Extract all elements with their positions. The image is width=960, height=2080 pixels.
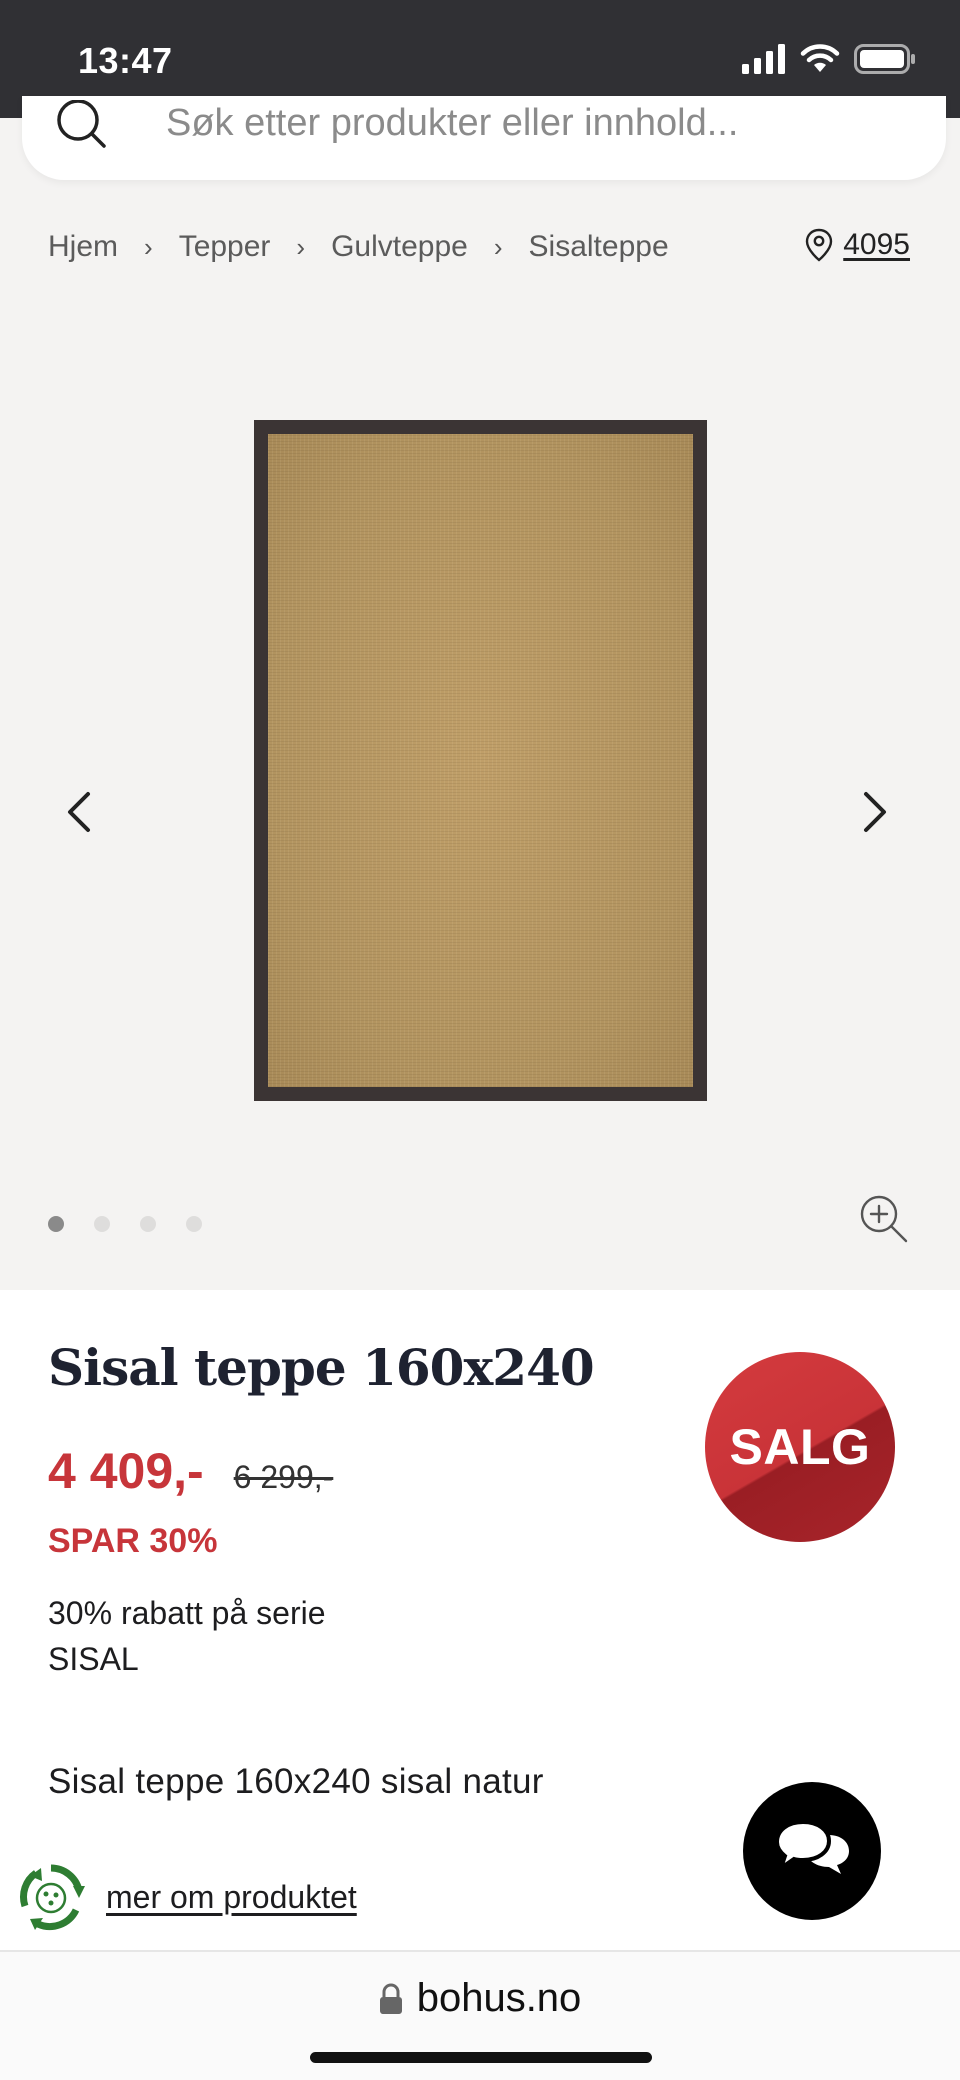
- breadcrumb-item-gulvteppe[interactable]: Gulvteppe: [331, 230, 468, 264]
- breadcrumb: Hjem › Tepper › Gulvteppe › Sisalteppe: [48, 230, 669, 264]
- home-indicator: [310, 2052, 652, 2063]
- product-description: Sisal teppe 160x240 sisal natur: [48, 1762, 544, 1801]
- gallery-dot-1[interactable]: [48, 1216, 64, 1232]
- status-time: 13:47: [78, 40, 173, 81]
- rug-surface: [268, 434, 693, 1087]
- url-text: bohus.no: [416, 1976, 582, 2020]
- search-input[interactable]: Søk etter produkter eller innhold...: [166, 102, 738, 145]
- savings-label: SPAR 30%: [48, 1522, 218, 1560]
- chat-bubbles-icon: [774, 1819, 849, 1874]
- product-image[interactable]: [254, 420, 707, 1101]
- sale-badge-label: SALG: [729, 1419, 871, 1475]
- breadcrumb-item-hjem[interactable]: Hjem: [48, 230, 118, 264]
- breadcrumb-item-tepper[interactable]: Tepper: [179, 230, 271, 264]
- gallery-dot-3[interactable]: [140, 1216, 156, 1232]
- current-price: 4 409,-: [48, 1443, 204, 1499]
- chevron-right-icon: ›: [296, 231, 306, 262]
- lock-icon: [379, 1983, 402, 2014]
- original-price: 6 299,-: [233, 1459, 334, 1495]
- battery-icon: [854, 44, 915, 74]
- product-title: Sisal teppe 160x240: [48, 1338, 595, 1397]
- promo-text: 30% rabatt på serie SISAL: [48, 1595, 326, 1677]
- more-about-product-link[interactable]: mer om produktet: [106, 1879, 357, 1916]
- browser-address-bar[interactable]: bohus.no: [0, 1950, 960, 2080]
- zoom-in-icon[interactable]: [858, 1193, 910, 1245]
- next-image-button[interactable]: [852, 784, 896, 840]
- search-icon[interactable]: [52, 100, 116, 164]
- chevron-right-icon: ›: [144, 231, 153, 262]
- chat-button[interactable]: [743, 1782, 881, 1920]
- breadcrumb-item-sisalteppe[interactable]: Sisalteppe: [529, 230, 669, 264]
- signal-icon: [742, 44, 785, 74]
- gallery-dot-4[interactable]: [186, 1216, 202, 1232]
- location-pin-icon: [806, 228, 833, 262]
- status-icons: [742, 44, 916, 74]
- store-selector[interactable]: 4095: [805, 228, 910, 262]
- chevron-right-icon: ›: [493, 231, 503, 262]
- store-number[interactable]: 4095: [843, 228, 910, 262]
- url-display[interactable]: bohus.no: [0, 1976, 960, 2021]
- sustainability-icon: [20, 1864, 85, 1930]
- gallery-dot-2[interactable]: [94, 1216, 110, 1232]
- search-bar[interactable]: Søk etter produkter eller innhold...: [22, 96, 946, 180]
- gallery-pagination: [48, 1216, 202, 1232]
- wifi-icon: [800, 44, 840, 72]
- sale-badge: SALG: [705, 1352, 895, 1542]
- price-row: 4 409,- 6 299,-: [48, 1442, 333, 1500]
- previous-image-button[interactable]: [58, 784, 102, 840]
- more-info-row[interactable]: mer om produktet: [16, 1862, 357, 1932]
